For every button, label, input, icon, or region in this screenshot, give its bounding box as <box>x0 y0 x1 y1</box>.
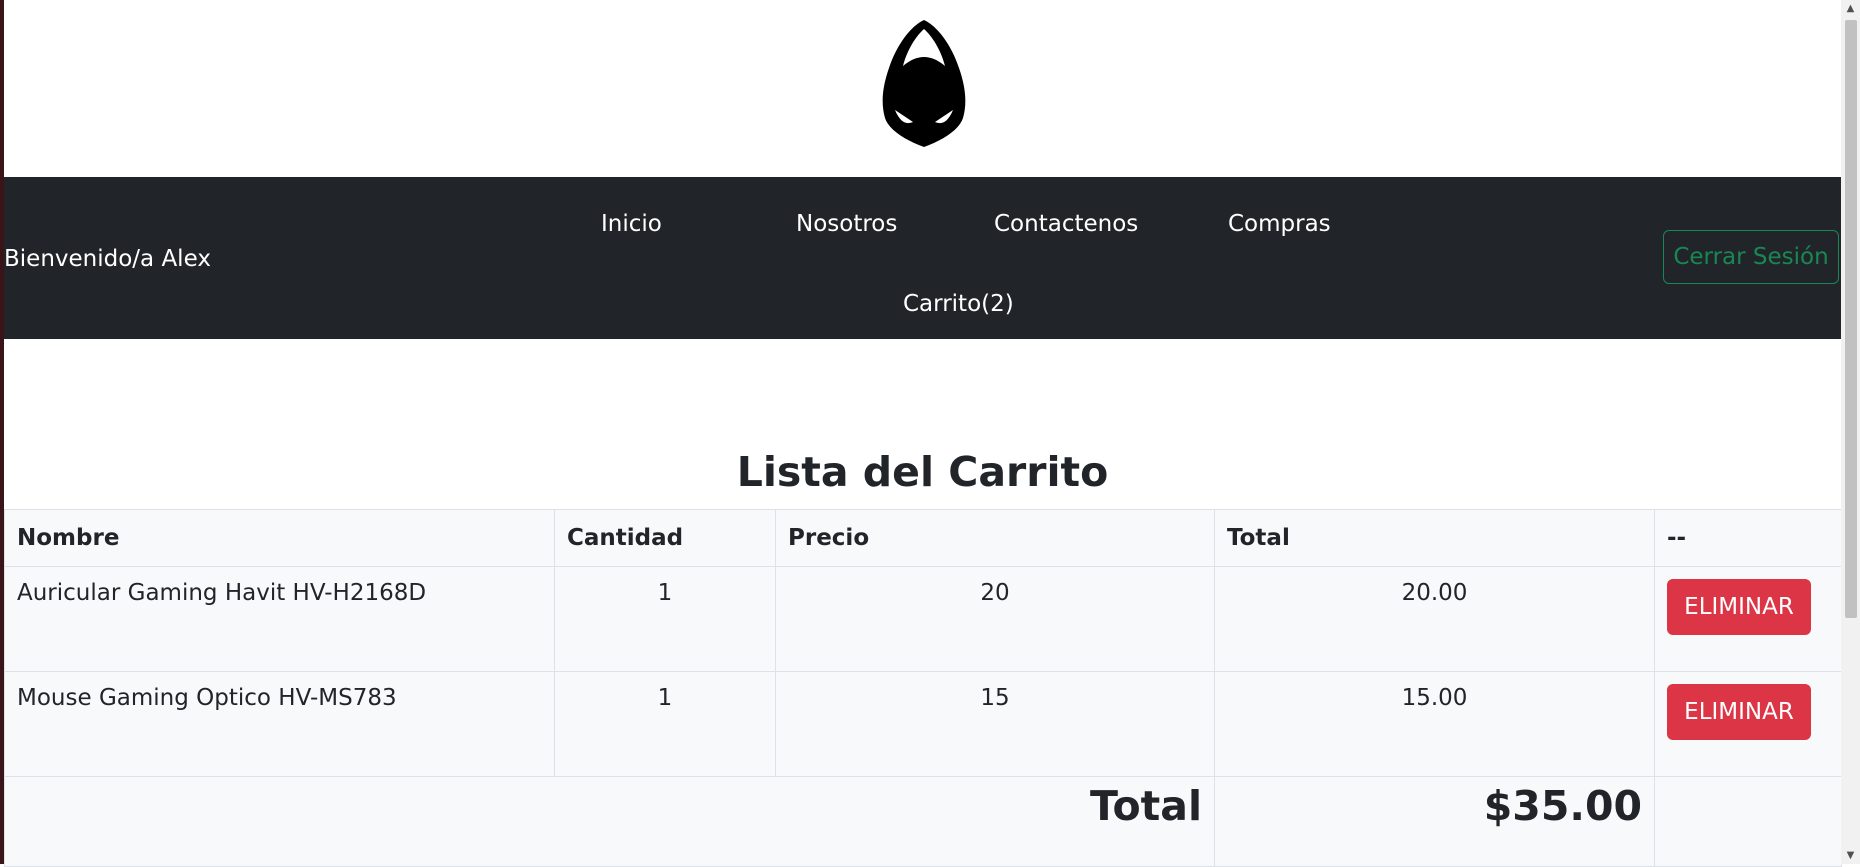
delete-item-button[interactable]: ELIMINAR <box>1667 684 1811 740</box>
main-navbar: Bienvenido/a Alex Inicio Nosotros Contac… <box>4 177 1841 339</box>
column-header-precio: Precio <box>775 509 1215 567</box>
product-name: Auricular Gaming Havit HV-H2168D <box>4 566 555 672</box>
product-quantity: 1 <box>554 671 776 777</box>
hooded-mask-logo-icon[interactable] <box>879 18 969 148</box>
total-row: Total $35.00 <box>4 776 1842 867</box>
scrollbar-thumb[interactable] <box>1845 20 1857 618</box>
nav-link-inicio[interactable]: Inicio <box>601 210 662 238</box>
product-price: 15 <box>775 671 1215 777</box>
logout-button[interactable]: Cerrar Sesión <box>1663 230 1839 284</box>
total-row-empty-cell <box>1654 776 1842 867</box>
product-total: 15.00 <box>1214 671 1655 777</box>
nav-link-contactenos[interactable]: Contactenos <box>994 210 1138 238</box>
product-total: 20.00 <box>1214 566 1655 672</box>
row-actions: ELIMINAR <box>1654 566 1842 672</box>
cart-title: Lista del Carrito <box>736 448 1109 496</box>
column-header-total: Total <box>1214 509 1655 567</box>
table-header-row: Nombre Cantidad Precio Total -- <box>4 509 1842 567</box>
column-header-nombre: Nombre <box>4 509 555 567</box>
product-price: 20 <box>775 566 1215 672</box>
product-name: Mouse Gaming Optico HV-MS783 <box>4 671 555 777</box>
logo-header <box>4 0 1841 177</box>
total-value: $35.00 <box>1214 776 1655 867</box>
nav-link-carrito[interactable]: Carrito(2) <box>903 290 1014 318</box>
cart-table: Nombre Cantidad Precio Total -- Auricula… <box>4 509 1842 867</box>
table-row: Mouse Gaming Optico HV-MS783 1 15 15.00 … <box>4 671 1842 777</box>
page: Bienvenido/a Alex Inicio Nosotros Contac… <box>4 0 1842 867</box>
product-quantity: 1 <box>554 566 776 672</box>
nav-link-compras[interactable]: Compras <box>1228 210 1331 238</box>
column-header-cantidad: Cantidad <box>554 509 776 567</box>
table-row: Auricular Gaming Havit HV-H2168D 1 20 20… <box>4 566 1842 672</box>
column-header-actions: -- <box>1654 509 1842 567</box>
scroll-up-arrow-icon[interactable]: ▲ <box>1841 0 1860 17</box>
total-label: Total <box>4 776 1215 867</box>
row-actions: ELIMINAR <box>1654 671 1842 777</box>
scroll-down-arrow-icon[interactable]: ▼ <box>1841 847 1860 864</box>
nav-link-nosotros[interactable]: Nosotros <box>796 210 897 238</box>
vertical-scrollbar[interactable]: ▲ ▼ <box>1841 0 1860 864</box>
delete-item-button[interactable]: ELIMINAR <box>1667 579 1811 635</box>
welcome-text: Bienvenido/a Alex <box>4 246 211 272</box>
